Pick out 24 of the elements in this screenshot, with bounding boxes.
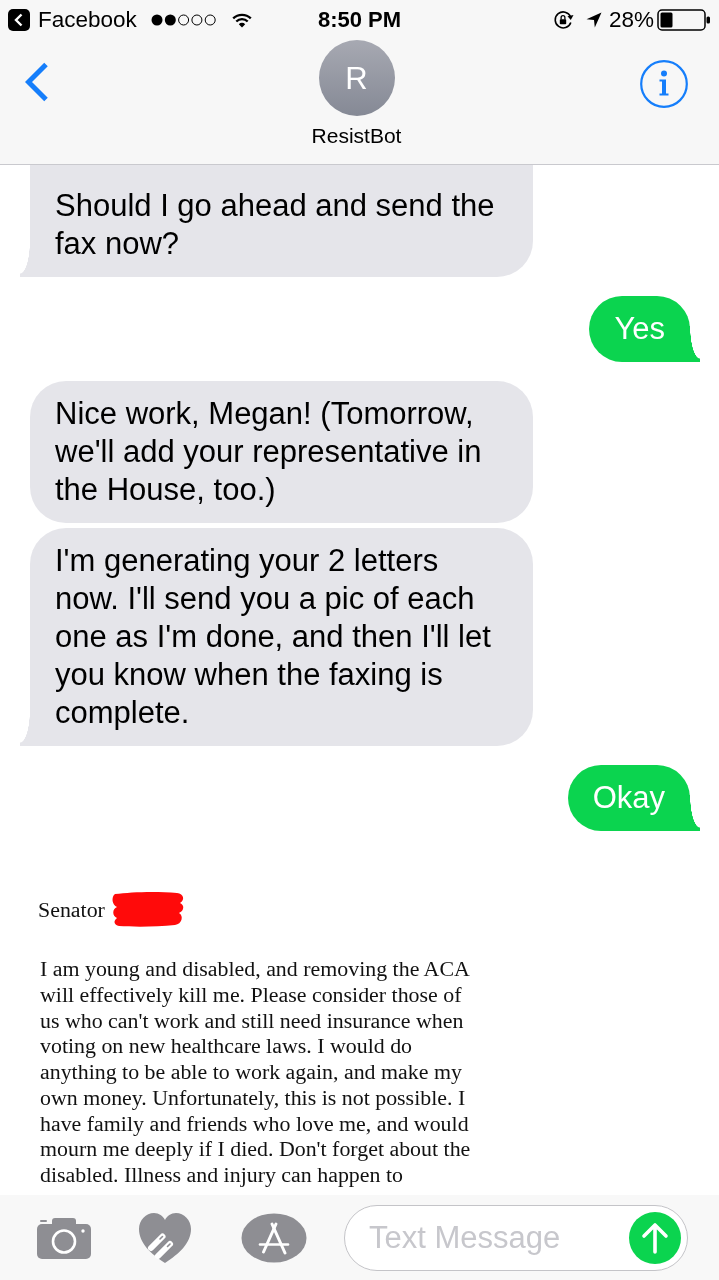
- signal-strength-icon: [150, 14, 217, 26]
- message-bubble: Okay: [567, 765, 700, 831]
- battery-percentage: 28%: [608, 7, 654, 33]
- redaction-mark-icon: [110, 891, 185, 928]
- message-bubble: Yes: [589, 296, 700, 362]
- contact-name[interactable]: ResistBot: [311, 124, 402, 148]
- wifi-icon: [230, 12, 253, 28]
- heart-icon[interactable]: [138, 1211, 192, 1264]
- message-input-field[interactable]: Text Message: [344, 1204, 688, 1271]
- app-store-icon[interactable]: [241, 1212, 307, 1263]
- up-arrow-icon: [641, 1221, 669, 1254]
- back-to-app-label[interactable]: Facebook: [38, 7, 137, 33]
- camera-icon[interactable]: [37, 1216, 91, 1259]
- location-arrow-icon: [585, 12, 602, 28]
- chevron-left-icon[interactable]: [8, 9, 30, 31]
- message-bubble: Should I go ahead and send the fax now?: [20, 165, 533, 277]
- message-bubble: I'm generating your 2 letters now. I'll send you a pic of each one as I'm done, and then I'll let you know when the faxing is complete.: [20, 528, 533, 746]
- message-bubble: Nice work, Megan! (Tomorrow, we'll add your representative in the House, too.): [20, 381, 533, 523]
- letter-salutation: Senator: [38, 896, 105, 923]
- rotation-lock-icon: [552, 10, 574, 30]
- battery-icon: [657, 9, 711, 31]
- info-icon[interactable]: [640, 60, 688, 108]
- clock-time: 8:50 PM: [317, 7, 402, 33]
- letter-body: I am young and disabled, and removing the ACA will effectively kill me. Please consider those of us who can't work and still need insurance when voting on new healthcare laws. I would do anything to be able to work again, and make my own money. Unfortunately, this is not possible. I have family and friends who love me, and would mourn me deeply if I died. Don't forget about the disabled. Illness and injury can happen to: [40, 956, 472, 1188]
